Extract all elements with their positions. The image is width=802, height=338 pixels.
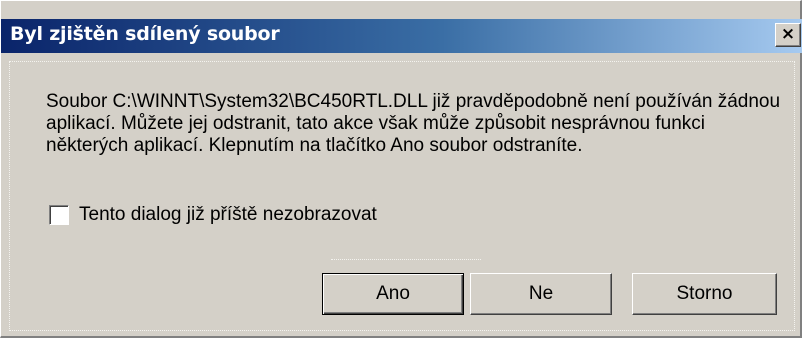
dont-show-again-checkbox[interactable] bbox=[49, 205, 69, 225]
close-button[interactable]: × bbox=[775, 23, 801, 47]
focus-divider bbox=[331, 259, 481, 260]
dialog-window: Byl zjištěn sdílený soubor × Soubor C:\W… bbox=[0, 0, 802, 338]
no-button-label: Ne bbox=[528, 283, 554, 304]
title-bar[interactable]: Byl zjištěn sdílený soubor × bbox=[1, 19, 802, 53]
cancel-button[interactable]: Storno bbox=[632, 273, 777, 315]
dont-show-again-label[interactable]: Tento dialog již příště nezobrazovat bbox=[79, 204, 377, 226]
yes-button[interactable]: Ano bbox=[322, 273, 464, 315]
no-button[interactable]: Ne bbox=[470, 273, 612, 315]
window-title: Byl zjištěn sdílený soubor bbox=[10, 23, 280, 45]
cancel-button-label: Storno bbox=[676, 283, 733, 304]
close-icon: × bbox=[780, 24, 796, 44]
yes-button-label: Ano bbox=[376, 283, 410, 304]
message-text: Soubor C:\WINNT\System32\BC450RTL.DLL ji… bbox=[46, 91, 781, 156]
dont-show-again-row[interactable]: Tento dialog již příště nezobrazovat bbox=[49, 202, 377, 228]
